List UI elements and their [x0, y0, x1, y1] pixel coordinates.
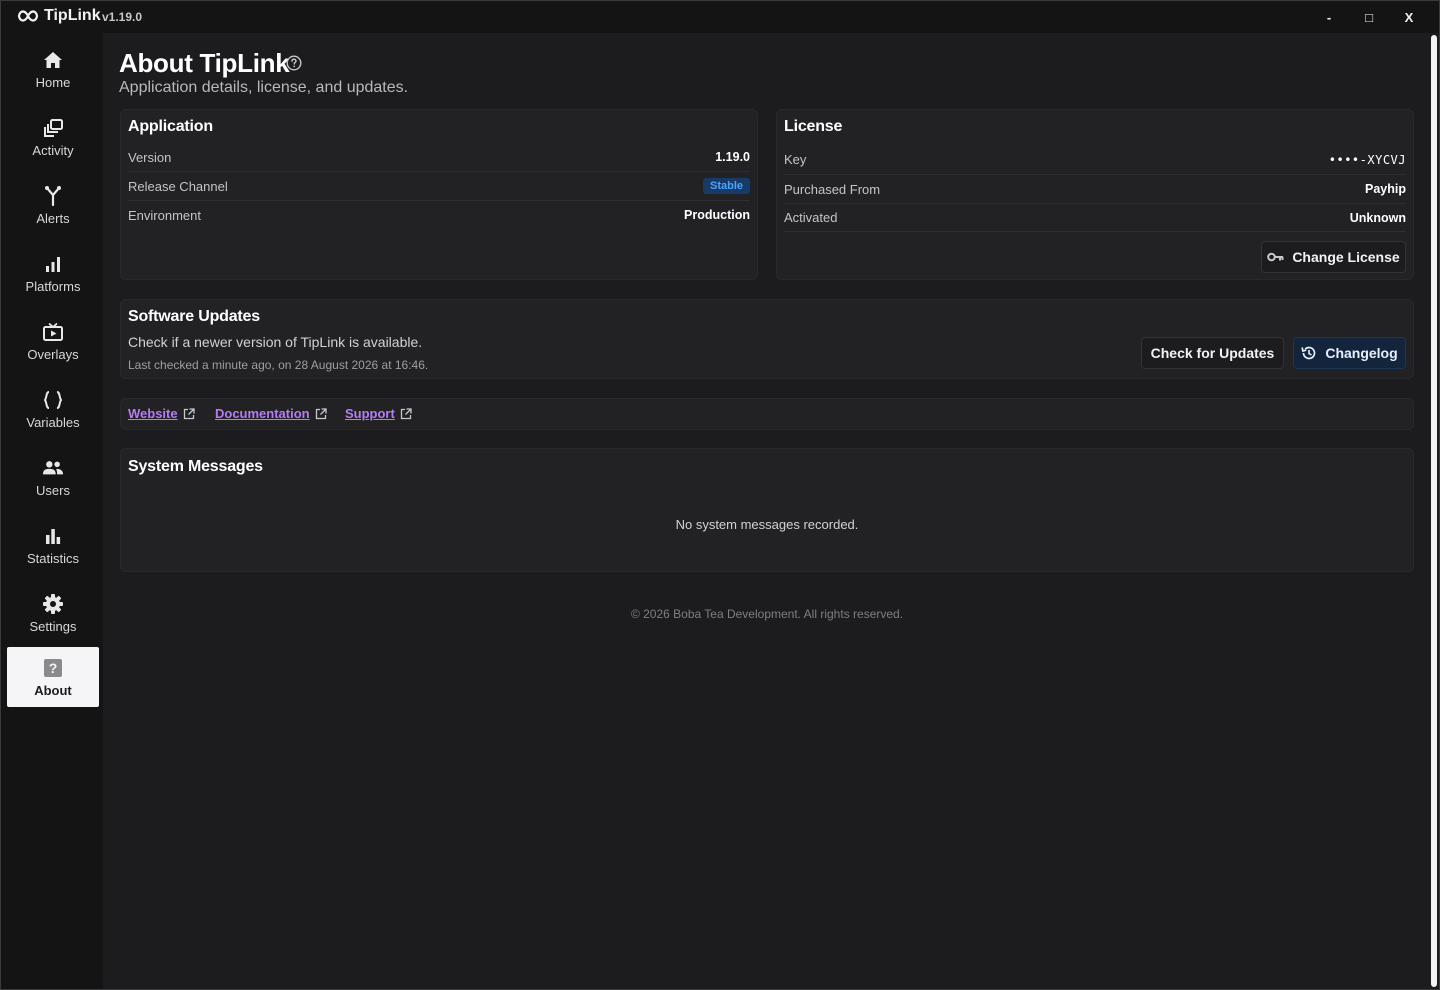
application-row-release-channel: Release Channel Stable — [128, 172, 750, 201]
sidebar-item-users[interactable]: Users — [7, 447, 99, 507]
external-link-icon — [315, 407, 327, 419]
application-row-version: Version 1.19.0 — [128, 143, 750, 172]
license-row-activated: Activated Unknown — [784, 204, 1406, 232]
row-key: Release Channel — [128, 178, 228, 194]
row-key: Purchased From — [784, 181, 881, 197]
overlays-icon — [42, 321, 64, 343]
software-updates-title: Software Updates — [128, 308, 260, 325]
sidebar-item-label: Platforms — [25, 278, 81, 294]
license-row-key: Key ••••-XYCVJ — [784, 145, 1406, 175]
close-button[interactable]: X — [1389, 1, 1429, 33]
sidebar-item-label: Alerts — [36, 210, 70, 226]
row-value: Unknown — [1349, 210, 1406, 225]
activity-icon — [42, 117, 64, 139]
row-key: Key — [784, 152, 807, 167]
row-key: Environment — [128, 207, 201, 223]
system-messages-card — [120, 448, 1414, 572]
variables-icon — [42, 389, 64, 411]
sidebar-item-label: Activity — [32, 142, 74, 158]
sidebar-item-settings[interactable]: Settings — [7, 583, 99, 643]
support-link-label: Support — [345, 406, 395, 421]
updates-description: Check if a newer version of TipLink is a… — [128, 334, 423, 350]
documentation-link[interactable]: Documentation — [215, 406, 327, 421]
app-version: v1.19.0 — [102, 10, 143, 24]
infinity-logo-icon — [17, 10, 39, 22]
documentation-link-label: Documentation — [215, 406, 310, 421]
maximize-button[interactable]: □ — [1349, 1, 1389, 33]
row-value: Production — [684, 208, 750, 222]
scrollbar[interactable] — [1429, 33, 1439, 989]
sidebar-item-label: Overlays — [27, 346, 79, 362]
users-icon — [42, 457, 64, 479]
sidebar-item-label: Home — [35, 74, 71, 90]
license-key-value: ••••-XYCVJ — [1328, 152, 1406, 167]
sidebar-item-overlays[interactable]: Overlays — [7, 311, 99, 371]
change-license-button[interactable]: Change License — [1261, 241, 1406, 273]
sidebar-item-label: Statistics — [26, 550, 79, 566]
app-window: TipLink v1.19.0 - □ X Home Activity Aler… — [0, 0, 1440, 990]
row-key: Activated — [784, 210, 838, 225]
scrollbar-thumb[interactable] — [1431, 35, 1437, 987]
website-link-label: Website — [128, 406, 178, 421]
sidebar-item-label: Variables — [26, 414, 80, 430]
platforms-icon — [42, 253, 64, 275]
system-messages-title: System Messages — [128, 458, 263, 475]
question-circle-icon[interactable] — [286, 55, 302, 71]
page-subtitle: Application details, license, and update… — [119, 79, 409, 96]
row-value: Payhip — [1365, 182, 1406, 196]
changelog-label: Changelog — [1325, 345, 1398, 361]
change-license-label: Change License — [1292, 249, 1400, 265]
sidebar-item-alerts[interactable]: Alerts — [7, 175, 99, 235]
system-messages-empty: No system messages recorded. — [675, 517, 859, 532]
external-link-icon — [183, 407, 195, 419]
license-row-purchased-from: Purchased From Payhip — [784, 175, 1406, 204]
sidebar-item-activity[interactable]: Activity — [7, 107, 99, 167]
page-title: About TipLink — [119, 48, 290, 78]
website-link[interactable]: Website — [128, 406, 195, 421]
svg-text:?: ? — [49, 660, 58, 676]
sidebar: Home Activity Alerts Platforms Overlays — [1, 33, 103, 989]
license-title: License — [784, 118, 843, 135]
sidebar-item-platforms[interactable]: Platforms — [7, 243, 99, 303]
sidebar-item-variables[interactable]: Variables — [7, 379, 99, 439]
statistics-icon — [42, 525, 64, 547]
home-icon — [42, 49, 64, 71]
minimize-button[interactable]: - — [1309, 1, 1349, 33]
check-for-updates-label: Check for Updates — [1150, 345, 1275, 361]
changelog-button[interactable]: Changelog — [1293, 337, 1406, 369]
application-row-environment: Environment Production — [128, 201, 750, 229]
sidebar-item-home[interactable]: Home — [7, 39, 99, 99]
updates-last-checked: Last checked a minute ago, on 28 August … — [128, 358, 429, 372]
gear-icon — [42, 593, 64, 615]
row-key: Version — [128, 149, 172, 165]
title-bar[interactable]: TipLink v1.19.0 - □ X — [1, 1, 1439, 33]
sidebar-item-label: Settings — [29, 618, 77, 634]
check-for-updates-button[interactable]: Check for Updates — [1141, 337, 1284, 369]
row-value: 1.19.0 — [715, 150, 750, 164]
status-badge: Stable — [702, 178, 750, 194]
help-icon: ? — [42, 657, 64, 679]
copyright-footer: © 2026 Boba Tea Development. All rights … — [630, 607, 904, 621]
key-icon — [1267, 252, 1284, 262]
alerts-icon — [42, 185, 64, 207]
app-name: TipLink — [44, 7, 101, 24]
sidebar-item-about[interactable]: ? About — [7, 647, 99, 707]
support-link[interactable]: Support — [345, 406, 412, 421]
history-icon — [1301, 345, 1317, 361]
sidebar-item-label: About — [34, 682, 72, 698]
sidebar-item-statistics[interactable]: Statistics — [7, 515, 99, 575]
sidebar-item-label: Users — [36, 482, 70, 498]
external-link-icon — [400, 407, 412, 419]
application-title: Application — [128, 118, 213, 135]
